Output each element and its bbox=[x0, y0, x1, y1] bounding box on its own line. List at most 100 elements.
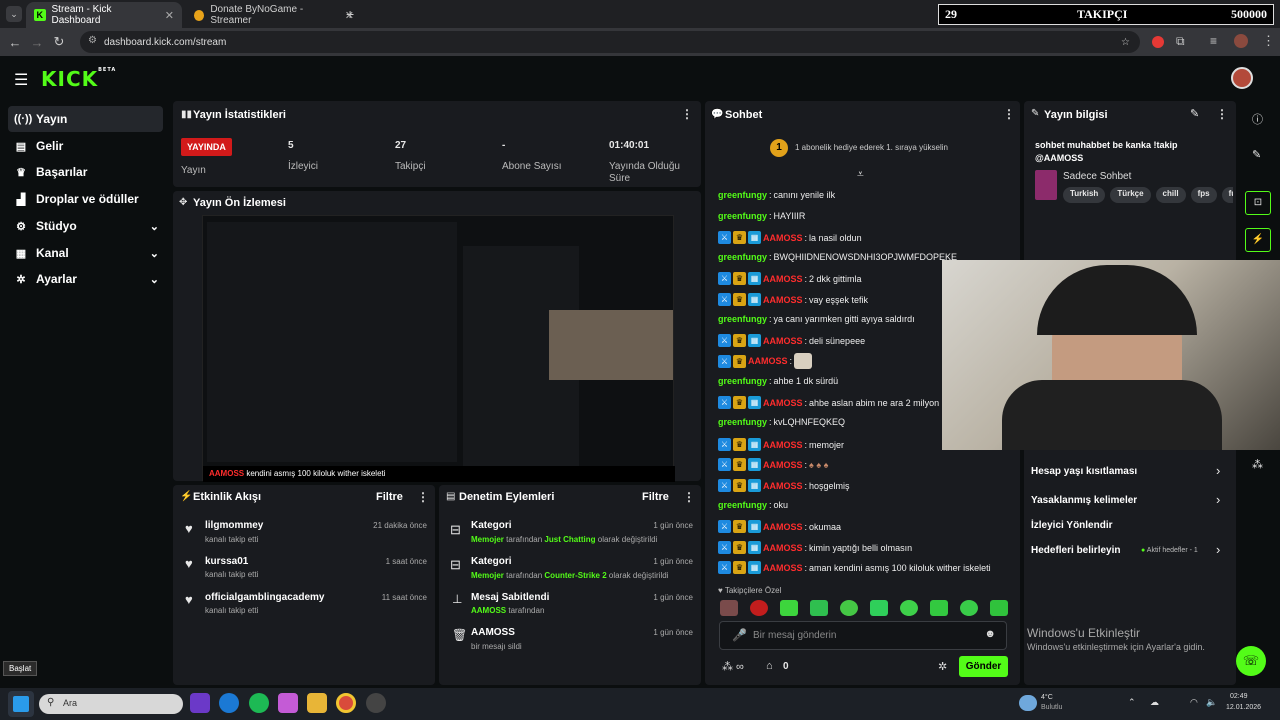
extensions-puzzle-icon[interactable]: ⧉ bbox=[1176, 34, 1185, 49]
start-button[interactable] bbox=[8, 691, 34, 717]
sidebar-item-basarilar[interactable]: ♛ Başarılar bbox=[8, 159, 163, 185]
store-icon[interactable]: ⌂ bbox=[766, 660, 773, 672]
chat-user[interactable]: AAMOSS bbox=[763, 440, 803, 450]
clock-date[interactable]: 12.01.2026 bbox=[1226, 704, 1261, 711]
obs-icon[interactable] bbox=[366, 693, 386, 713]
more-options-icon[interactable]: ⋮ bbox=[417, 490, 429, 504]
stream-preview-video[interactable]: AAMOSS kendini asmış 100 kiloluk wither … bbox=[202, 215, 675, 482]
emote-icon[interactable] bbox=[750, 600, 768, 616]
chat-user[interactable]: AAMOSS bbox=[763, 233, 803, 243]
sidebar-item-kanal[interactable]: ▦ Kanal ⌄ bbox=[8, 240, 163, 266]
chat-user[interactable]: greenfungy bbox=[718, 252, 767, 262]
extension-record-icon[interactable] bbox=[1152, 36, 1164, 48]
bookmark-star-icon[interactable]: ☆ bbox=[1121, 37, 1130, 48]
emote-icon[interactable] bbox=[870, 600, 888, 616]
send-button[interactable]: Gönder bbox=[959, 656, 1008, 677]
chat-settings-gear-icon[interactable]: ✲ bbox=[938, 660, 947, 673]
menu-age-restriction[interactable]: Hesap yaşı kısıtlaması bbox=[1031, 466, 1137, 477]
spotify-icon[interactable] bbox=[249, 693, 269, 713]
tag-chip[interactable]: chill bbox=[1155, 187, 1186, 203]
kick-logo[interactable]: KICKBETA bbox=[41, 67, 116, 91]
emote-icon[interactable] bbox=[960, 600, 978, 616]
profile-avatar-icon[interactable] bbox=[1234, 34, 1248, 48]
reload-icon[interactable]: ↻ bbox=[48, 34, 70, 50]
chat-user[interactable]: greenfungy bbox=[718, 376, 767, 386]
new-tab-icon[interactable]: + bbox=[346, 6, 354, 22]
chat-input[interactable]: 🎤 Bir mesaj gönderin ☻ bbox=[719, 621, 1007, 650]
more-options-icon[interactable]: ⋮ bbox=[681, 107, 693, 121]
more-options-icon[interactable]: ⋮ bbox=[1003, 107, 1015, 121]
chat-user[interactable]: greenfungy bbox=[718, 314, 767, 324]
emote-icon[interactable] bbox=[780, 600, 798, 616]
chat-user[interactable]: greenfungy bbox=[718, 211, 767, 221]
category-name[interactable]: Sadece Sohbet bbox=[1063, 171, 1131, 182]
activity-user[interactable]: kurssa01 bbox=[205, 556, 248, 567]
filter-button[interactable]: Filtre bbox=[642, 491, 669, 503]
chat-user[interactable]: AAMOSS bbox=[748, 356, 788, 366]
activity-user[interactable]: lilgmommey bbox=[205, 520, 263, 531]
emoji-icon[interactable]: ☻ bbox=[984, 628, 996, 640]
app-icon[interactable] bbox=[190, 693, 210, 713]
chat-user[interactable]: AAMOSS bbox=[763, 522, 803, 532]
media-control-icon[interactable]: ≡ bbox=[1210, 34, 1217, 48]
site-info-icon[interactable]: ⚙ bbox=[88, 35, 97, 46]
chrome-icon[interactable] bbox=[336, 693, 356, 713]
support-chat-icon[interactable]: ☏ bbox=[1236, 646, 1266, 676]
tab-donate[interactable]: Donate ByNoGame - Streamer ✕ bbox=[186, 2, 362, 28]
tag-chip[interactable]: Turkish bbox=[1063, 187, 1106, 203]
menu-raid[interactable]: İzleyici Yönlendir bbox=[1031, 520, 1113, 531]
menu-banned-words[interactable]: Yasaklanmış kelimeler bbox=[1031, 495, 1137, 506]
actor[interactable]: Memojer bbox=[471, 571, 504, 580]
user-avatar[interactable] bbox=[1231, 67, 1253, 89]
clip-icon[interactable]: ⊡ bbox=[1245, 191, 1271, 215]
chat-user[interactable]: greenfungy bbox=[718, 417, 767, 427]
wifi-icon[interactable]: ◠ bbox=[1190, 697, 1198, 708]
forward-icon[interactable]: → bbox=[26, 35, 48, 50]
chat-user[interactable]: greenfungy bbox=[718, 190, 767, 200]
chat-user[interactable]: AAMOSS bbox=[763, 563, 803, 573]
volume-icon[interactable]: 🔈 bbox=[1206, 697, 1217, 708]
emote-icon[interactable] bbox=[810, 600, 828, 616]
hamburger-menu-icon[interactable]: ☰ bbox=[14, 70, 28, 90]
emote-icon[interactable] bbox=[990, 600, 1008, 616]
tab-kick-dashboard[interactable]: K Stream - Kick Dashboard ✕ bbox=[26, 2, 182, 28]
chat-user[interactable]: AAMOSS bbox=[763, 481, 803, 491]
chevron-right-icon[interactable]: › bbox=[1216, 542, 1220, 557]
more-options-icon[interactable]: ⋮ bbox=[1216, 107, 1228, 121]
gift-banner-text[interactable]: 1 abonelik hediye ederek 1. sıraya yükse… bbox=[795, 143, 948, 152]
chat-user[interactable]: AAMOSS bbox=[763, 274, 803, 284]
lightning-icon[interactable]: ⚡ bbox=[1245, 228, 1271, 252]
chat-user[interactable]: AAMOSS bbox=[763, 398, 803, 408]
network-icon[interactable]: ☁ bbox=[1150, 697, 1159, 708]
chat-user[interactable]: AAMOSS bbox=[763, 336, 803, 346]
weather-icon[interactable] bbox=[1019, 695, 1037, 711]
microphone-icon[interactable]: 🎤 bbox=[732, 628, 747, 642]
actor[interactable]: Memojer bbox=[471, 535, 504, 544]
clock-time[interactable]: 02:49 bbox=[1230, 693, 1248, 700]
more-options-icon[interactable]: ⋮ bbox=[683, 490, 695, 504]
url-field[interactable]: ⚙ dashboard.kick.com/stream ☆ bbox=[80, 31, 1140, 53]
folder-icon[interactable] bbox=[307, 693, 327, 713]
sidebar-item-yayin[interactable]: ((·)) Yayın bbox=[8, 106, 163, 132]
close-icon[interactable]: ✕ bbox=[165, 9, 174, 22]
menu-goals[interactable]: Hedefleri belirleyin bbox=[1031, 545, 1120, 556]
copilot-icon[interactable] bbox=[278, 693, 298, 713]
emote-icon[interactable] bbox=[900, 600, 918, 616]
activity-user[interactable]: officialgamblingacademy bbox=[205, 592, 324, 603]
chat-user[interactable]: AAMOSS bbox=[763, 460, 803, 470]
tag-chip[interactable]: fu bbox=[1221, 187, 1233, 203]
chat-user[interactable]: AAMOSS bbox=[763, 543, 803, 553]
emote-icon[interactable] bbox=[840, 600, 858, 616]
sidebar-item-gelir[interactable]: ▤ Gelir bbox=[8, 133, 163, 159]
emote-icon[interactable] bbox=[930, 600, 948, 616]
taskbar-search[interactable]: ⚲ Ara bbox=[39, 694, 183, 714]
filter-button[interactable]: Filtre bbox=[376, 491, 403, 503]
info-icon[interactable]: ⓘ bbox=[1252, 111, 1263, 127]
tag-chip[interactable]: fps bbox=[1190, 187, 1217, 203]
channel-points-icon[interactable]: ⁂ ∞ bbox=[722, 660, 744, 673]
edit-icon[interactable]: ✎ bbox=[1190, 107, 1199, 120]
sidebar-item-ayarlar[interactable]: ✲ Ayarlar ⌄ bbox=[8, 266, 163, 292]
back-icon[interactable]: ← bbox=[4, 35, 26, 50]
chevron-up-icon[interactable]: ⌃ bbox=[1128, 697, 1136, 708]
browser-menu-icon[interactable]: ⋮ bbox=[1262, 33, 1275, 49]
